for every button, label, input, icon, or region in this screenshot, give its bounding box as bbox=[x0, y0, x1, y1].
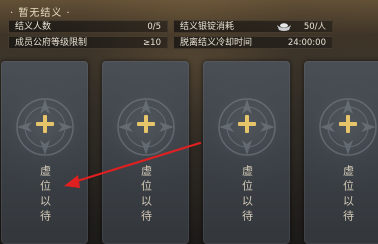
member-count-label: 结义人数 bbox=[15, 22, 52, 32]
header: · 暂无结义 · 结义人数 0/5 成员公府等级限制 ≥10 结义银锭消耗 50… bbox=[0, 0, 378, 58]
silver-cost-label: 结义银锭消耗 bbox=[180, 22, 235, 32]
cooldown-row: 脱离结义冷却时间 24:00:00 bbox=[173, 36, 333, 49]
panel-title: · 暂无结义 · bbox=[10, 8, 71, 19]
plus-icon[interactable] bbox=[35, 114, 55, 134]
rank-limit-label: 成员公府等级限制 bbox=[15, 38, 88, 48]
slot-status: 虚位以待 bbox=[38, 165, 52, 225]
rank-limit-row: 成员公府等级限制 ≥10 bbox=[8, 36, 168, 49]
member-slot-2[interactable]: 虚位以待 bbox=[102, 61, 189, 244]
member-slot-3[interactable]: 虚位以待 bbox=[203, 61, 290, 244]
plus-icon[interactable] bbox=[237, 114, 257, 134]
silver-ingot-icon bbox=[277, 23, 291, 31]
member-count-value: 0/5 bbox=[147, 22, 161, 32]
slot-status: 虚位以待 bbox=[341, 165, 355, 225]
slot-status: 虚位以待 bbox=[240, 165, 254, 225]
silver-cost-row: 结义银锭消耗 50/人 bbox=[173, 20, 333, 33]
member-count-row: 结义人数 0/5 bbox=[8, 20, 168, 33]
member-slot-1[interactable]: 虚位以待 bbox=[1, 61, 88, 244]
rank-limit-value: ≥10 bbox=[143, 38, 161, 48]
plus-icon[interactable] bbox=[338, 114, 358, 134]
cooldown-label: 脱离结义冷却时间 bbox=[180, 38, 253, 48]
slot-status: 虚位以待 bbox=[139, 165, 153, 225]
cooldown-value: 24:00:00 bbox=[287, 38, 326, 48]
plus-icon[interactable] bbox=[136, 114, 156, 134]
member-slot-4[interactable]: 虚位以待 bbox=[304, 61, 378, 244]
silver-cost-value: 50/人 bbox=[303, 22, 326, 32]
sworn-brotherhood-panel: · 暂无结义 · 结义人数 0/5 成员公府等级限制 ≥10 结义银锭消耗 50… bbox=[0, 0, 378, 244]
